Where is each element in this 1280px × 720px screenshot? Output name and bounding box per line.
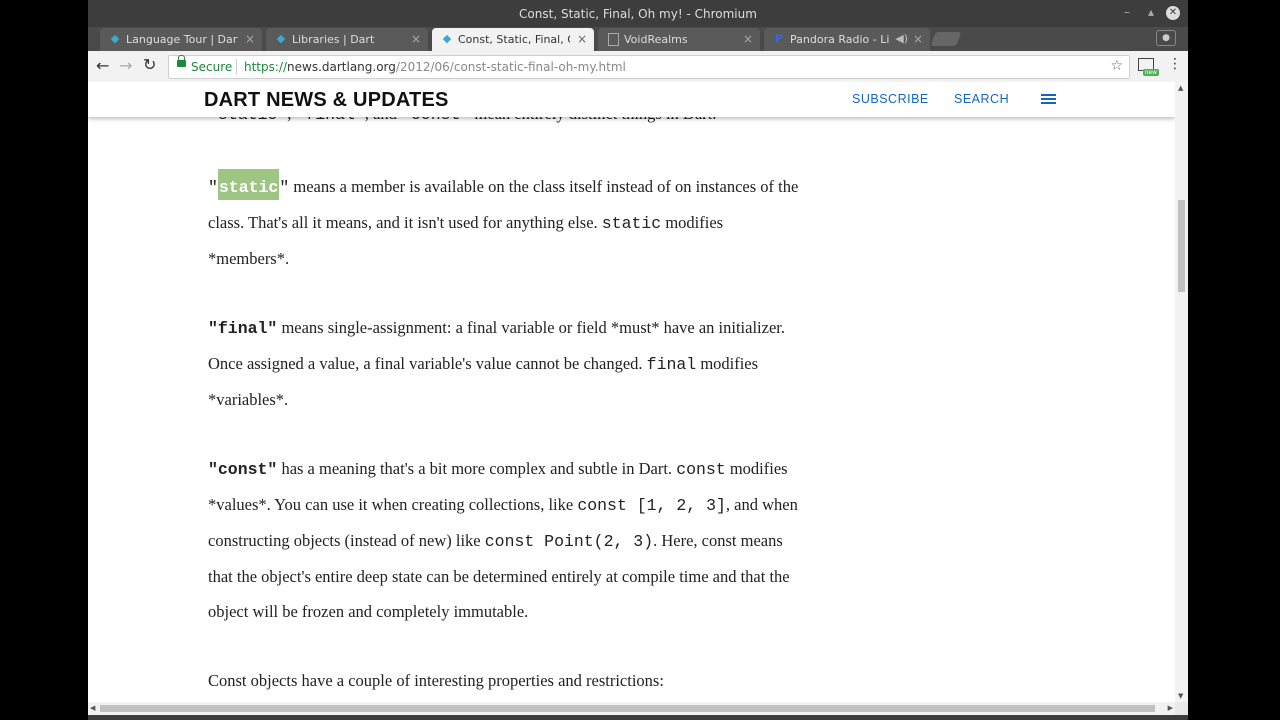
vertical-scroll-thumb[interactable] (1178, 200, 1185, 292)
dart-logo-icon: ◆ (442, 32, 452, 45)
scroll-up-arrow-icon[interactable]: ▲ (1178, 84, 1183, 92)
url-text[interactable]: https://news.dartlang.org/2012/06/const-… (244, 60, 626, 74)
dart-logo-icon: ◆ (276, 32, 286, 45)
close-window-icon[interactable]: ✕ (1166, 6, 1180, 20)
browser-toolbar: ← → ↻ Secure https://news.dartlang.org/2… (88, 51, 1188, 83)
forward-icon[interactable]: → (119, 56, 132, 75)
browser-window: Const, Static, Final, Oh my! - Chromium … (88, 0, 1188, 720)
address-separator (236, 59, 237, 74)
reload-icon[interactable]: ↻ (143, 55, 156, 74)
tab-language-tour[interactable]: ◆ Language Tour | Dart × (100, 28, 262, 51)
tab-audio-icon[interactable]: ◀) (895, 32, 908, 45)
tab-const-static-final[interactable]: ◆ Const, Static, Final, Oh my! × (432, 28, 594, 51)
const-paragraph-line-4: that the object's entire deep state can … (208, 567, 790, 586)
page-icon (608, 33, 619, 46)
vertical-scrollbar[interactable]: ▲ ▼ (1175, 82, 1188, 702)
bookmark-star-icon[interactable]: ☆ (1110, 58, 1123, 74)
lock-icon[interactable] (177, 55, 186, 67)
hamburger-menu-icon[interactable] (1041, 94, 1056, 104)
final-paragraph-line-2: Once assigned a value, a final variable'… (208, 354, 759, 374)
tab-close-icon[interactable]: × (577, 32, 587, 46)
const-paragraph-line-2: *values*. You can use it when creating c… (208, 495, 798, 515)
profile-icon[interactable]: ● (1156, 30, 1176, 46)
address-bar[interactable]: Secure https://news.dartlang.org/2012/06… (168, 55, 1130, 79)
cast-extension-icon[interactable]: new (1138, 58, 1159, 76)
secure-label[interactable]: Secure (191, 60, 232, 74)
static-paragraph-line-1: "static" means a member is available on … (208, 169, 798, 200)
window-bottom-border (88, 715, 1188, 720)
subscribe-link[interactable]: SUBSCRIBE (852, 92, 929, 106)
scroll-right-arrow-icon[interactable]: ▶ (1168, 704, 1173, 712)
const-paragraph-line-3: constructing objects (instead of new) li… (208, 531, 783, 551)
tab-libraries[interactable]: ◆ Libraries | Dart × (266, 28, 428, 51)
tab-close-icon[interactable]: × (245, 32, 255, 46)
site-header: DART NEWS & UPDATES SUBSCRIBE SEARCH (88, 82, 1175, 117)
new-tab-button[interactable] (930, 32, 962, 46)
const-paragraph-line-5: object will be frozen and completely imm… (208, 602, 529, 621)
back-icon[interactable]: ← (96, 56, 109, 75)
minimize-icon[interactable]: – (1124, 5, 1130, 19)
title-bar: Const, Static, Final, Oh my! - Chromium … (88, 0, 1188, 27)
tab-strip: ◆ Language Tour | Dart × ◆ Libraries | D… (88, 27, 1188, 51)
scroll-down-arrow-icon[interactable]: ▼ (1178, 692, 1183, 700)
final-paragraph-line-3: *variables*. (208, 390, 289, 409)
tab-close-icon[interactable]: × (913, 32, 923, 46)
maximize-icon[interactable]: ▴ (1148, 5, 1154, 19)
window-title: Const, Static, Final, Oh my! - Chromium (519, 7, 757, 21)
final-paragraph-line-1: "final" means single-assignment: a final… (208, 318, 785, 338)
page-viewport: DART NEWS & UPDATES SUBSCRIBE SEARCH "st… (88, 82, 1175, 702)
search-link[interactable]: SEARCH (954, 92, 1009, 106)
extension-badge: new (1142, 69, 1159, 76)
pandora-icon: P (775, 33, 783, 45)
restrictions-paragraph: Const objects have a couple of interesti… (208, 671, 664, 690)
static-paragraph-line-2: class. That's all it means, and it isn't… (208, 213, 724, 233)
tab-pandora[interactable]: P Pandora Radio - Listen to Free Interne… (764, 28, 930, 51)
tab-voidrealms[interactable]: VoidRealms × (598, 28, 760, 51)
site-title[interactable]: DART NEWS & UPDATES (204, 89, 449, 112)
dart-logo-icon: ◆ (110, 32, 120, 45)
tab-close-icon[interactable]: × (743, 32, 753, 46)
tab-close-icon[interactable]: × (411, 32, 421, 46)
horizontal-scroll-thumb[interactable] (100, 705, 1155, 712)
const-paragraph-line-1: "const" has a meaning that's a bit more … (208, 459, 788, 479)
scrollbar-corner (1175, 702, 1188, 715)
static-paragraph-line-3: *members*. (208, 249, 290, 268)
browser-menu-icon[interactable]: ⋮ (1168, 56, 1182, 72)
scroll-left-arrow-icon[interactable]: ◀ (90, 704, 95, 712)
horizontal-scrollbar[interactable]: ◀ ▶ (88, 702, 1175, 715)
highlighted-static-keyword[interactable]: static (217, 169, 280, 200)
